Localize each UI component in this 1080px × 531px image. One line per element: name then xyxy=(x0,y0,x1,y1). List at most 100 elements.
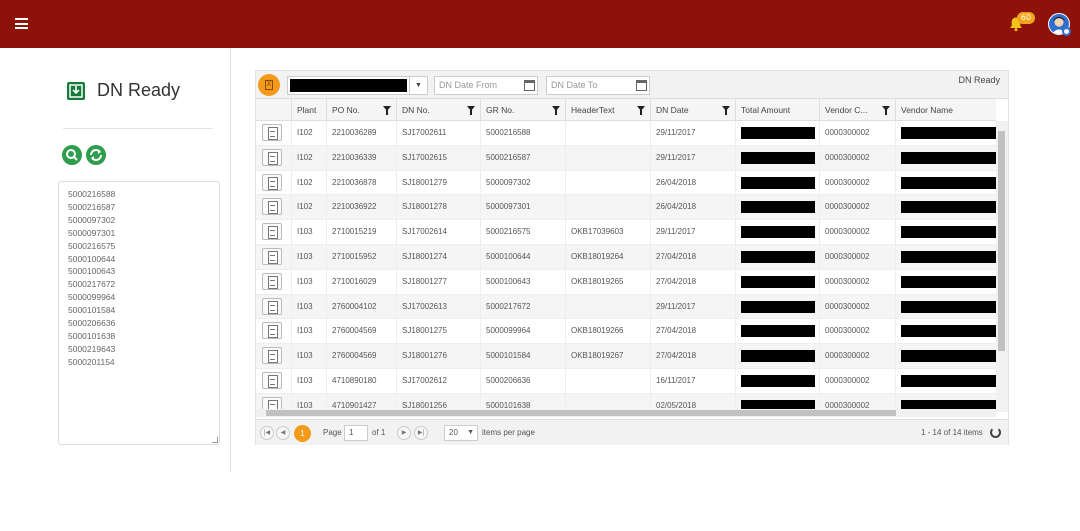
redacted-value xyxy=(741,300,815,313)
table-cell: 26/04/2018 xyxy=(650,195,735,220)
table-row[interactable]: I102 2210036289 SJ17002611 5000216588 29/11/… xyxy=(256,121,996,146)
document-icon[interactable] xyxy=(262,297,282,315)
vertical-scrollbar[interactable] xyxy=(996,121,1008,412)
sidebar-divider xyxy=(230,48,231,472)
gr-number-line: 5000216588 xyxy=(68,189,116,199)
gr-number-textarea[interactable]: 5000216588 5000216587 5000097302 5000097301… xyxy=(58,181,220,445)
document-icon[interactable] xyxy=(262,247,282,265)
document-icon[interactable] xyxy=(262,396,282,409)
refresh-icon[interactable] xyxy=(990,427,1001,438)
table-row[interactable]: I103 2760004569 SJ18001276 5000101584 OKB180… xyxy=(256,344,996,369)
table-row[interactable]: I102 2210036878 SJ18001279 5000097302 26/04/… xyxy=(256,170,996,196)
table-cell: 0000300002 xyxy=(819,121,895,145)
column-header[interactable]: HeaderText xyxy=(565,99,650,121)
chevron-down-icon[interactable]: ▼ xyxy=(409,77,427,94)
column-header[interactable]: DN Date xyxy=(650,99,735,121)
table-cell: I102 xyxy=(291,145,326,170)
prev-page-button[interactable]: ◀ xyxy=(276,426,290,440)
redacted-value xyxy=(901,325,996,338)
column-header[interactable]: Vendor Name xyxy=(895,99,996,121)
table-row[interactable]: I103 2710016029 SJ18001277 5000100643 OKB180… xyxy=(256,269,996,295)
row-action-cell xyxy=(256,220,291,244)
filter-icon[interactable] xyxy=(383,106,391,115)
scrollbar-thumb[interactable] xyxy=(998,131,1005,351)
last-page-button[interactable]: ▶| xyxy=(414,426,428,440)
gr-number-line: 5000100644 xyxy=(68,253,116,264)
table-cell: 16/11/2017 xyxy=(650,368,735,393)
document-icon[interactable] xyxy=(262,371,282,389)
next-page-button[interactable]: ▶ xyxy=(397,426,411,440)
table-row[interactable]: I103 2760004569 SJ18001275 5000099964 OKB180… xyxy=(256,319,996,345)
table-cell: SJ18001279 xyxy=(396,170,480,195)
table-cell: I103 xyxy=(291,294,326,319)
export-excel-button[interactable]: X xyxy=(258,74,280,96)
first-page-button[interactable]: |◀ xyxy=(260,426,274,440)
table-cell: 0000300002 xyxy=(819,319,895,344)
table-cell: 27/04/2018 xyxy=(650,344,735,368)
page-size-select[interactable]: 20 ▼ xyxy=(444,425,478,441)
table-cell xyxy=(565,368,650,393)
scrollbar-thumb[interactable] xyxy=(266,410,896,416)
document-icon[interactable] xyxy=(262,148,282,166)
filter-icon[interactable] xyxy=(552,106,560,115)
column-header[interactable]: PO No. xyxy=(326,99,396,121)
page-input[interactable]: 1 xyxy=(344,425,368,441)
resize-handle[interactable] xyxy=(212,437,218,443)
filter-icon[interactable] xyxy=(637,106,645,115)
table-cell xyxy=(735,368,819,393)
redacted-value xyxy=(741,151,815,164)
column-header-label: Vendor Name xyxy=(901,105,953,115)
table-row[interactable]: I103 2710015219 SJ17002614 5000216575 OKB170… xyxy=(256,220,996,245)
document-icon[interactable] xyxy=(262,347,282,365)
filter-icon[interactable] xyxy=(722,106,730,115)
current-page-button[interactable]: 1 xyxy=(294,425,311,442)
menu-icon[interactable] xyxy=(15,18,28,29)
search-button[interactable] xyxy=(62,145,82,165)
document-icon[interactable] xyxy=(262,198,282,216)
table-row[interactable]: I103 4710890180 SJ17002612 5000206636 16/11/… xyxy=(256,368,996,394)
table-cell: 2210036922 xyxy=(326,195,396,220)
table-cell xyxy=(565,145,650,170)
filter-icon[interactable] xyxy=(882,106,890,115)
gr-number-line: 5000201154 xyxy=(68,356,115,367)
table-row[interactable]: I102 2210036339 SJ17002615 5000216587 29/11/… xyxy=(256,145,996,171)
table-cell xyxy=(735,145,819,170)
document-icon[interactable] xyxy=(262,322,282,340)
horizontal-scrollbar[interactable] xyxy=(256,409,996,417)
filter-icon[interactable] xyxy=(467,106,475,115)
column-header[interactable]: DN No. xyxy=(396,99,480,121)
table-row[interactable]: I102 2210036922 SJ18001278 5000097301 26/04/… xyxy=(256,195,996,221)
calendar-icon[interactable] xyxy=(524,80,535,91)
vendor-dropdown[interactable]: ▼ xyxy=(287,76,428,95)
gr-number-line: 5000217672 xyxy=(68,279,116,290)
redacted-value xyxy=(901,350,996,363)
gr-number-line: 5000216587 xyxy=(68,201,116,212)
dn-date-to-placeholder: DN Date To xyxy=(551,80,598,90)
calendar-icon[interactable] xyxy=(636,80,647,91)
column-header[interactable]: Vendor C... xyxy=(819,99,895,121)
table-cell: 0000300002 xyxy=(819,170,895,195)
table-cell xyxy=(895,244,996,269)
table-row[interactable]: I103 4710901427 SJ18001256 5000101638 02/05/… xyxy=(256,393,996,409)
table-row[interactable]: I103 2760004102 SJ17002613 5000217672 29/11/… xyxy=(256,294,996,320)
document-icon[interactable] xyxy=(262,124,282,141)
table-cell: 2710016029 xyxy=(326,269,396,294)
document-icon[interactable] xyxy=(262,272,282,290)
table-cell xyxy=(895,393,996,409)
grid-title: DN Ready xyxy=(958,75,1000,85)
document-icon[interactable] xyxy=(262,173,282,191)
refresh-button[interactable] xyxy=(86,145,106,165)
column-header[interactable]: Total Amount xyxy=(735,99,819,121)
table-cell: OKB18019264 xyxy=(565,244,650,269)
table-cell: 27/04/2018 xyxy=(650,244,735,269)
chevron-down-icon: ▼ xyxy=(467,429,474,436)
column-header[interactable]: Plant xyxy=(291,99,326,121)
document-icon[interactable] xyxy=(262,223,282,241)
dn-date-from-field[interactable]: DN Date From xyxy=(434,76,538,95)
dn-date-to-field[interactable]: DN Date To xyxy=(546,76,650,95)
column-header[interactable]: GR No. xyxy=(480,99,565,121)
table-row[interactable]: I103 2710015952 SJ18001274 5000100644 OKB180… xyxy=(256,244,996,270)
table-cell: 5000217672 xyxy=(480,294,565,319)
table-cell xyxy=(735,319,819,344)
row-action-cell xyxy=(256,146,291,170)
